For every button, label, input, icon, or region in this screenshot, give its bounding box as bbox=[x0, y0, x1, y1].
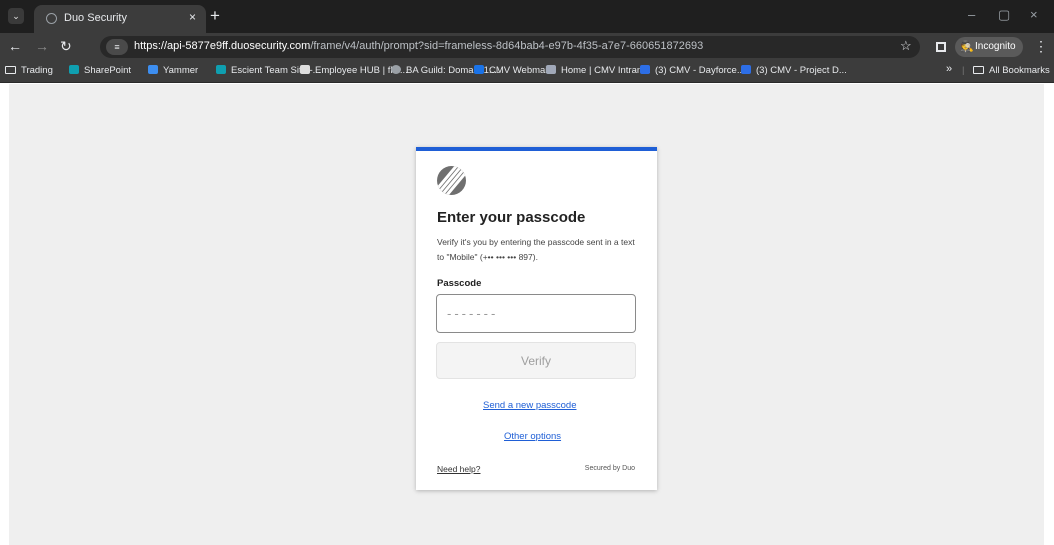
tab-title: Duo Security bbox=[64, 12, 127, 24]
secured-by-duo: Secured by Duo bbox=[584, 465, 635, 472]
bookmark-yammer[interactable]: Yammer bbox=[148, 65, 198, 76]
incognito-icon: 🕵 bbox=[960, 41, 974, 53]
passcode-input[interactable] bbox=[436, 294, 636, 333]
tab-strip: ⌄ Duo Security × + – ▢ × bbox=[0, 0, 1054, 33]
tab-search-chevron-down-icon[interactable]: ⌄ bbox=[8, 8, 24, 24]
bookmark-cmv-intranet[interactable]: Home | CMV Intranet bbox=[546, 65, 650, 76]
hub-icon bbox=[300, 65, 310, 74]
send-new-passcode-link[interactable]: Send a new passcode bbox=[483, 400, 576, 411]
reload-icon[interactable]: ↻ bbox=[60, 38, 72, 55]
forward-arrow-icon[interactable]: → bbox=[35, 38, 49, 54]
outlook-icon bbox=[474, 65, 484, 74]
need-help-link[interactable]: Need help? bbox=[437, 464, 480, 474]
globe-icon bbox=[391, 65, 401, 74]
maximize-icon[interactable]: ▢ bbox=[998, 7, 1010, 23]
bookmark-cmv-webmail[interactable]: CMV Webmail bbox=[474, 65, 550, 76]
back-arrow-icon[interactable]: ← bbox=[8, 38, 22, 54]
tab-close-icon[interactable]: × bbox=[189, 10, 196, 24]
folder-icon bbox=[973, 66, 984, 74]
browser-toolbar: ← → ↻ ≡ https://api-5877e9ff.duosecurity… bbox=[0, 33, 1054, 61]
duo-favicon-icon bbox=[46, 13, 57, 24]
close-window-icon[interactable]: × bbox=[1030, 7, 1038, 22]
bookmark-sharepoint[interactable]: SharePoint bbox=[69, 65, 131, 76]
sharepoint-icon bbox=[69, 65, 79, 74]
address-bar[interactable]: ≡ https://api-5877e9ff.duosecurity.com/f… bbox=[100, 36, 920, 58]
more-menu-icon[interactable]: ⋮ bbox=[1034, 38, 1048, 55]
side-panel-icon[interactable] bbox=[936, 42, 946, 52]
bookmark-trading[interactable]: Trading bbox=[5, 65, 53, 76]
incognito-label: Incognito bbox=[975, 41, 1016, 52]
bookmarks-divider: | bbox=[962, 65, 965, 76]
other-options-link[interactable]: Other options bbox=[504, 431, 561, 442]
dayforce-icon bbox=[640, 65, 650, 74]
url-path: /frame/v4/auth/prompt?sid=frameless-8d64… bbox=[310, 40, 704, 52]
passcode-instructions: Verify it's you by entering the passcode… bbox=[437, 237, 635, 262]
dayforce-icon bbox=[741, 65, 751, 74]
bookmark-cmv-dayforce[interactable]: (3) CMV - Dayforce... bbox=[640, 65, 745, 76]
url-domain: https://api-5877e9ff.duosecurity.com bbox=[134, 40, 311, 52]
new-tab-button[interactable]: + bbox=[210, 6, 220, 26]
folder-icon bbox=[5, 66, 16, 74]
bookmark-star-icon[interactable]: ☆ bbox=[900, 38, 912, 54]
verify-button[interactable]: Verify bbox=[436, 342, 636, 379]
all-bookmarks[interactable]: All Bookmarks bbox=[973, 65, 1050, 76]
duo-auth-card: Enter your passcode Verify it's you by e… bbox=[416, 147, 657, 490]
incognito-button[interactable]: 🕵 Incognito bbox=[955, 37, 1023, 57]
site-info-icon[interactable]: ≡ bbox=[106, 39, 128, 55]
yammer-icon bbox=[148, 65, 158, 74]
duo-logo-icon bbox=[437, 166, 466, 195]
minimize-icon[interactable]: – bbox=[968, 7, 975, 22]
passcode-label: Passcode bbox=[437, 278, 482, 289]
page-title: Enter your passcode bbox=[437, 209, 586, 226]
bookmarks-bar: Trading SharePoint Yammer Escient Team S… bbox=[0, 61, 1054, 83]
url-text[interactable]: https://api-5877e9ff.duosecurity.com/fra… bbox=[134, 40, 703, 52]
intranet-icon bbox=[546, 65, 556, 74]
bookmarks-overflow-icon[interactable]: » bbox=[946, 63, 952, 75]
sharepoint-icon bbox=[216, 65, 226, 74]
tab-duo-security[interactable]: Duo Security × bbox=[34, 5, 206, 33]
bookmark-cmv-project[interactable]: (3) CMV - Project D... bbox=[741, 65, 847, 76]
